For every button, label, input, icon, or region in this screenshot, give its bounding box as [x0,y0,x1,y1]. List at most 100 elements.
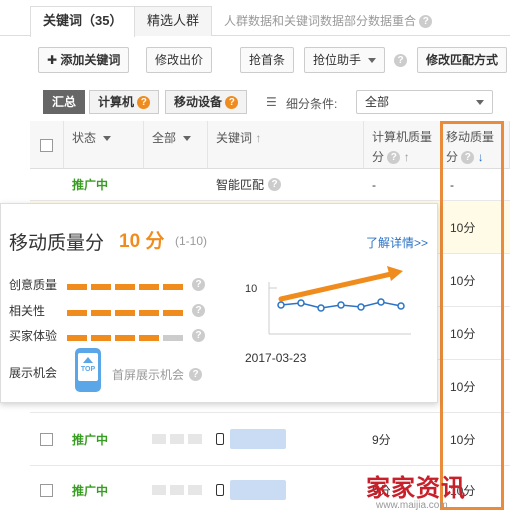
status-text: 推广中 [72,432,109,447]
watermark-url: www.maijia.com [376,500,448,511]
metric-segment [115,284,135,290]
pc-quality-cell: 9分 [372,432,391,447]
status-text: 推广中 [72,178,109,192]
help-icon[interactable]: ? [387,151,401,165]
trend-point [297,299,305,307]
row-checkbox[interactable] [40,484,53,497]
help-icon[interactable]: ? [225,96,239,110]
filter-computer-label: 计算机 [98,95,135,109]
filter-summary[interactable]: 汇总 [43,90,86,114]
display-chance-label: 展示机会 [9,366,58,380]
tab-keywords[interactable]: 关键词（35） [30,6,136,37]
trend-point [277,301,285,309]
trend-point [397,302,405,310]
trend-point [377,298,385,306]
modify-bid-button[interactable]: 修改出价 [146,47,213,73]
header-pc-quality-label: 计算机质量分 [372,130,433,164]
header-mobile-quality[interactable]: 移动质量分 ? ↓ [442,121,510,169]
help-icon[interactable]: ? [461,151,475,165]
filter-mobile-label: 移动设备 [174,95,223,109]
add-keyword-button[interactable]: ✚ 添加关键词 [38,47,130,73]
trend-arrow [278,271,394,302]
header-all[interactable]: 全部 [144,121,208,169]
metric-segment [91,284,111,290]
sort-up-icon: ↑ [255,131,262,145]
position-helper-button[interactable]: 抢位助手 [304,47,386,73]
tab-selected-crowd[interactable]: 精选人群 [134,6,213,36]
mobile-quality-cell: 10分 [450,326,476,341]
mobile-quality-cell: 10分 [450,220,476,235]
mobile-quality-cell: 10分 [450,432,476,447]
header-status-label: 状态 [72,131,97,145]
keyword-redacted [230,480,286,500]
popup-score: 10 分 [119,231,165,252]
learn-more-link[interactable]: 了解详情>> [366,234,428,251]
metric-segment [67,335,87,341]
sort-down-icon[interactable]: ↓ [478,150,484,164]
mobile-icon [216,484,224,496]
add-keyword-label: 添加关键词 [60,53,121,67]
status-text: 推广中 [72,483,109,498]
metric-segment [163,284,183,290]
list-icon: ☰ [266,95,277,109]
y-tick-label: 10 [245,283,257,295]
subdivide-label: 细分条件: [286,97,338,111]
watermark-logo: 家家资讯 [366,475,466,502]
table-row: 推广中 9分 10分 [30,413,510,466]
chevron-down-icon [103,136,112,142]
plus-icon: ✚ [47,53,58,67]
grab-top-button[interactable]: 抢首条 [240,47,295,73]
subdivide-select[interactable]: 全部 [356,90,493,114]
toolbar: ✚ 添加关键词 修改出价 抢首条 抢位助手 ? 修改匹配方式 [0,44,510,74]
trend-series [277,298,405,312]
chevron-down-icon [368,58,377,64]
header-keyword[interactable]: 关键词 ↑ [208,121,364,169]
metric-creative-label: 创意质量 [9,278,58,292]
metric-segment [91,310,111,316]
select-all-checkbox[interactable] [40,139,53,152]
trend-point [337,301,345,309]
help-icon[interactable]: ? [419,15,433,29]
position-helper-label: 抢位助手 [313,53,362,67]
filter-mobile[interactable]: 移动设备 ? [165,90,248,114]
metric-segment [163,335,183,341]
metric-buyer-label: 买家体验 [9,329,58,343]
header-keyword-label: 关键词 [216,131,253,145]
keyword-redacted [230,429,286,449]
popup-range: (1-10) [175,234,208,248]
help-icon[interactable]: ? [192,329,205,342]
header-status[interactable]: 状态 [64,121,144,169]
trend-chart: 10 2017-03-23 [245,266,411,365]
metric-relevance-label: 相关性 [9,304,46,318]
filter-computer[interactable]: 计算机 ? [89,90,160,114]
sort-up-icon: ↑ [403,150,410,164]
popup-title: 移动质量分 [9,233,105,254]
help-icon[interactable]: ? [189,368,202,381]
filter-bar: 汇总 计算机 ? 移动设备 ? ☰ 细分条件: 全部 [0,86,510,116]
metric-segment [163,310,183,316]
metric-segment [139,335,159,341]
display-chance-value: 首屏展示机会 [112,368,185,382]
help-icon[interactable]: ? [268,178,282,191]
row-checkbox[interactable] [40,433,53,446]
mobile-quality-popup: 移动质量分 10 分 (1-10) 了解详情>> 创意质量 ? 相关性 ? 买家… [0,203,438,403]
mobile-icon [216,433,224,445]
pc-quality-cell: - [372,177,376,192]
tab-bar: 关键词（35） 精选人群 人群数据和关键词数据部分数据重合 ? [0,0,510,37]
trend-point [357,303,365,311]
metric-segment [139,284,159,290]
metric-segment [67,284,87,290]
help-icon[interactable]: ? [137,96,151,110]
help-icon[interactable]: ? [192,304,205,317]
header-all-label: 全部 [152,131,177,145]
mobile-top-icon: TOP [75,348,101,392]
chevron-down-icon [183,136,192,142]
tab-hint: 人群数据和关键词数据部分数据重合 ? [224,12,433,29]
x-tick-label: 2017-03-23 [245,351,307,365]
modify-match-button[interactable]: 修改匹配方式 [417,47,508,73]
table-row: 推广中 智能匹配 ? - - [30,169,510,201]
help-icon[interactable]: ? [192,278,205,291]
subdivide-value: 全部 [365,95,390,109]
header-pc-quality[interactable]: 计算机质量分 ? ↑ [364,121,442,169]
help-icon[interactable]: ? [394,54,407,67]
